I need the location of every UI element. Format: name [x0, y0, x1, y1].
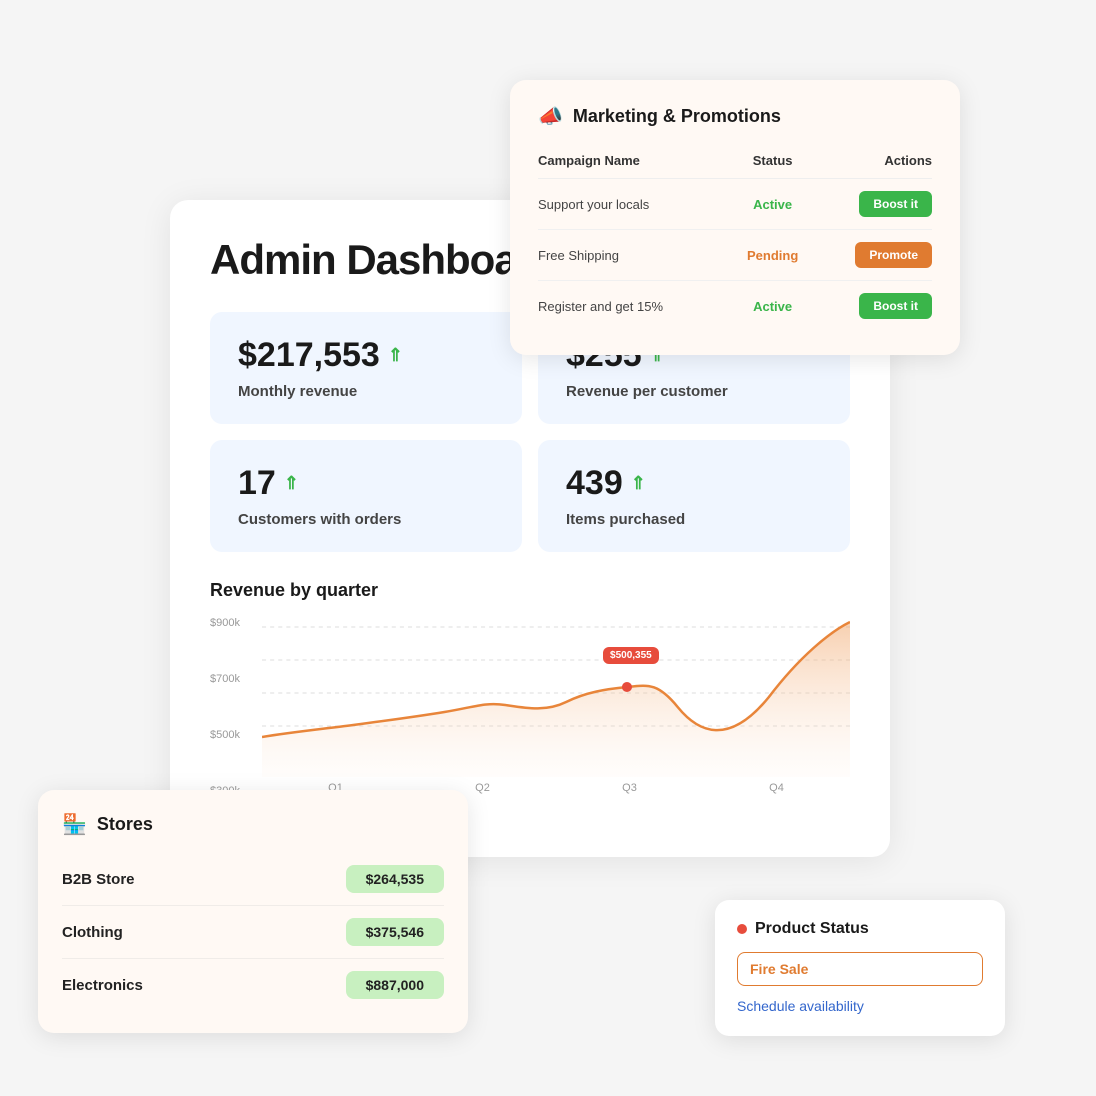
schedule-availability-link[interactable]: Schedule availability	[737, 998, 864, 1014]
chart-title: Revenue by quarter	[210, 580, 850, 601]
col-actions: Actions	[813, 147, 932, 179]
campaign-name-2: Free Shipping	[538, 230, 733, 281]
store-row-electronics: Electronics $887,000	[62, 959, 444, 1011]
chart-container: $900k $700k $500k $300k	[210, 617, 850, 817]
trend-up-icon-3: ⇑	[284, 473, 299, 494]
stat-value-items: 439 ⇑	[566, 464, 822, 503]
marketing-header: 📣 Marketing & Promotions	[538, 104, 932, 129]
y-label-700k: $700k	[210, 673, 240, 685]
store-row-b2b: B2B Store $264,535	[62, 853, 444, 906]
trend-up-icon: ⇑	[388, 345, 403, 366]
stat-card-customers-with-orders: 17 ⇑ Customers with orders	[210, 440, 522, 552]
col-status: Status	[733, 147, 813, 179]
stat-label-monthly-revenue: Monthly revenue	[238, 383, 494, 400]
stat-card-items-purchased: 439 ⇑ Items purchased	[538, 440, 850, 552]
marketing-title: Marketing & Promotions	[573, 106, 781, 127]
store-row-clothing: Clothing $375,546	[62, 906, 444, 959]
col-campaign-name: Campaign Name	[538, 147, 733, 179]
stat-card-monthly-revenue: $217,553 ⇑ Monthly revenue	[210, 312, 522, 424]
product-status-header: Product Status	[737, 920, 983, 938]
status-badge-pending: Pending	[747, 248, 798, 263]
store-name-b2b: B2B Store	[62, 871, 135, 888]
x-label-q4: Q4	[769, 782, 784, 794]
product-status-dot-icon	[737, 924, 747, 934]
store-icon: 🏪	[62, 812, 87, 837]
stat-value-monthly-revenue: $217,553 ⇑	[238, 336, 494, 375]
chart-y-labels: $900k $700k $500k $300k	[210, 617, 240, 817]
stores-card: 🏪 Stores B2B Store $264,535 Clothing $37…	[38, 790, 468, 1033]
stat-label-customers: Customers with orders	[238, 511, 494, 528]
promote-button[interactable]: Promote	[855, 242, 932, 268]
status-badge-active-1: Active	[753, 197, 792, 212]
megaphone-icon: 📣	[538, 104, 563, 129]
chart-svg	[262, 617, 850, 777]
revenue-chart-section: Revenue by quarter $900k $700k $500k $30…	[210, 580, 850, 817]
x-label-q3: Q3	[622, 782, 637, 794]
stores-header: 🏪 Stores	[62, 812, 444, 837]
marketing-table: Campaign Name Status Actions Support you…	[538, 147, 932, 331]
boost-button-1[interactable]: Boost it	[859, 191, 932, 217]
product-status-select[interactable]: Fire Sale Active Inactive On Sale	[737, 952, 983, 986]
campaign-name-1: Support your locals	[538, 179, 733, 230]
store-name-electronics: Electronics	[62, 977, 143, 994]
y-label-900k: $900k	[210, 617, 240, 629]
trend-up-icon-4: ⇑	[631, 473, 646, 494]
stat-label-items: Items purchased	[566, 511, 822, 528]
store-value-b2b: $264,535	[346, 865, 444, 893]
chart-tooltip: $500,355	[603, 647, 659, 664]
table-row: Register and get 15% Active Boost it	[538, 281, 932, 332]
store-value-electronics: $887,000	[346, 971, 444, 999]
x-label-q2: Q2	[475, 782, 490, 794]
status-badge-active-2: Active	[753, 299, 792, 314]
y-label-500k: $500k	[210, 729, 240, 741]
store-name-clothing: Clothing	[62, 924, 123, 941]
chart-area: $500,355 Q1 Q2 Q3 Q4	[262, 617, 850, 797]
stat-label-revenue-per-customer: Revenue per customer	[566, 383, 822, 400]
stores-title: Stores	[97, 814, 153, 835]
marketing-promotions-card: 📣 Marketing & Promotions Campaign Name S…	[510, 80, 960, 355]
table-row: Support your locals Active Boost it	[538, 179, 932, 230]
stat-value-customers: 17 ⇑	[238, 464, 494, 503]
campaign-name-3: Register and get 15%	[538, 281, 733, 332]
store-value-clothing: $375,546	[346, 918, 444, 946]
table-row: Free Shipping Pending Promote	[538, 230, 932, 281]
product-status-title: Product Status	[755, 920, 869, 938]
boost-button-2[interactable]: Boost it	[859, 293, 932, 319]
product-status-card: Product Status Fire Sale Active Inactive…	[715, 900, 1005, 1036]
